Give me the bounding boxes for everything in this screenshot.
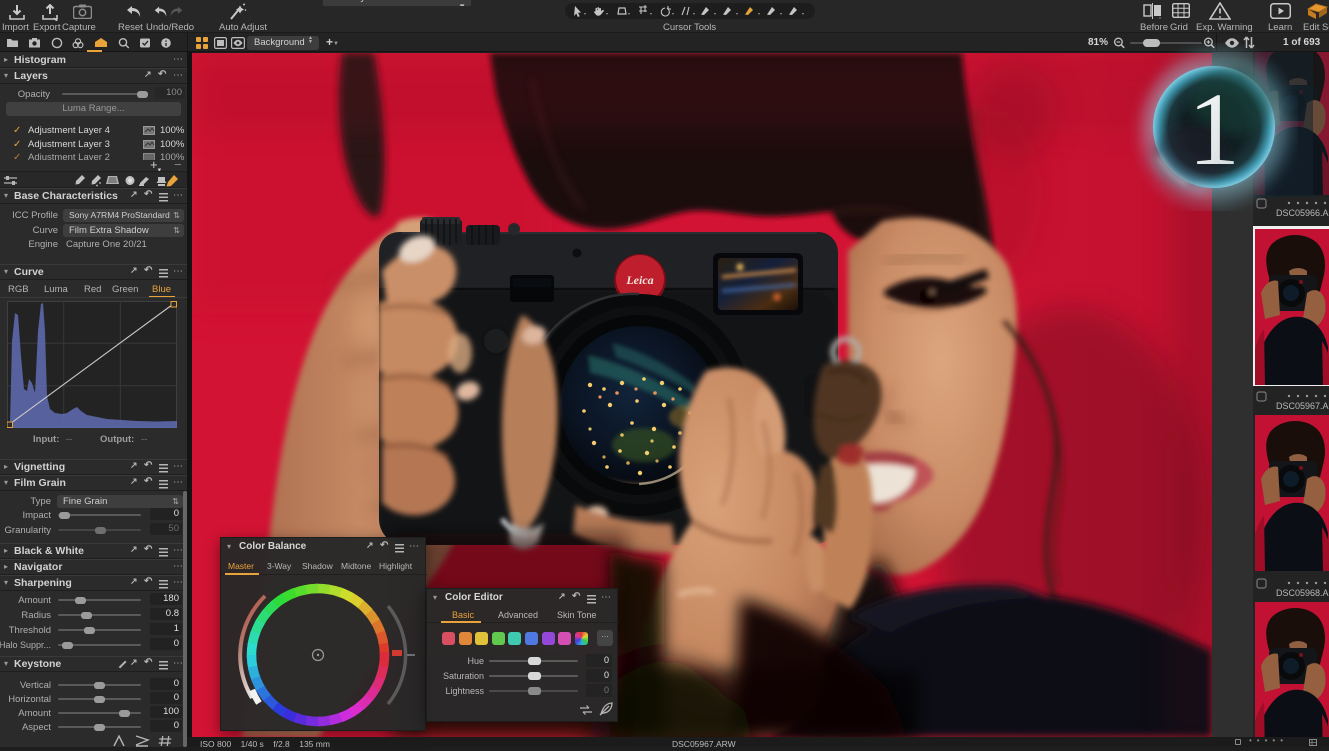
- svg-text:DSC05966.AR: DSC05966.AR: [1276, 208, 1329, 218]
- svg-text:DSC05968.AR: DSC05968.AR: [1276, 588, 1329, 598]
- svg-text:Leica: Leica: [625, 273, 653, 287]
- svg-text:DSC05967.AR: DSC05967.AR: [1276, 401, 1329, 411]
